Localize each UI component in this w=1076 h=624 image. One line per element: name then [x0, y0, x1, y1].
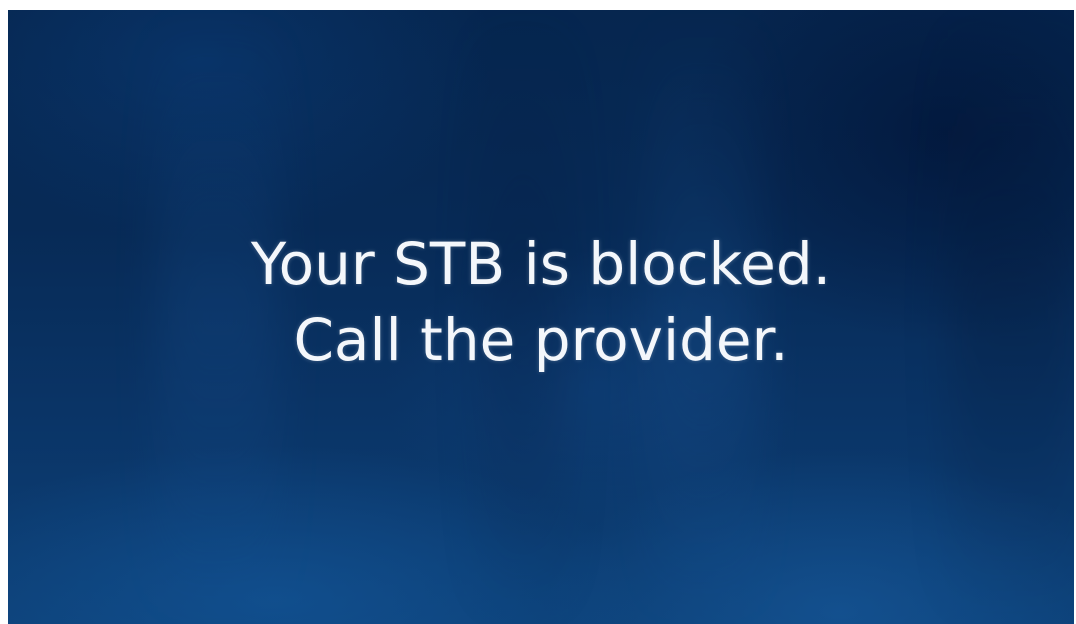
screen-frame: Your STB is blocked. Call the provider.	[0, 0, 1076, 624]
blocked-message: Your STB is blocked. Call the provider.	[8, 226, 1074, 378]
blocked-message-line-1: Your STB is blocked.	[250, 230, 832, 298]
blocked-screen: Your STB is blocked. Call the provider.	[8, 10, 1074, 624]
blocked-message-line-2: Call the provider.	[293, 306, 789, 374]
